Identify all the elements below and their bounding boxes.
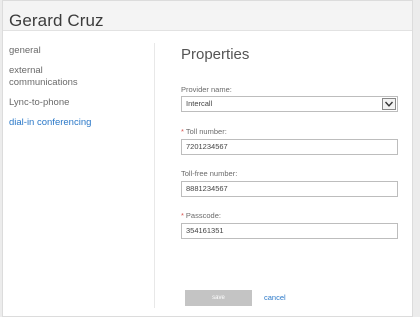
nav-item-lync-to-phone[interactable]: Lync-to-phone (9, 97, 139, 109)
toll-free-number-input[interactable]: 8881234567 (181, 181, 398, 197)
save-button[interactable]: save (185, 290, 252, 306)
cancel-link[interactable]: cancel (264, 293, 286, 302)
nav-item-external-communications[interactable]: external communications (9, 65, 89, 89)
provider-name-value: Intercall (186, 99, 213, 108)
passcode-input[interactable]: 354161351 (181, 223, 398, 239)
sidebar-nav: general external communications Lync-to-… (9, 45, 139, 137)
dialog-header: Gerard Cruz (3, 1, 412, 31)
toll-number-input[interactable]: 7201234567 (181, 139, 398, 155)
provider-name-select[interactable]: Intercall (181, 96, 398, 112)
passcode-label: * Passcode: (181, 211, 221, 220)
toll-number-label-text: Toll number: (185, 127, 227, 136)
required-marker: * (181, 211, 184, 220)
vertical-divider (154, 43, 155, 308)
passcode-label-text: Passcode: (185, 211, 221, 220)
toll-number-label: * Toll number: (181, 127, 227, 136)
dialog: Gerard Cruz general external communicati… (2, 0, 413, 317)
section-title: Properties (181, 46, 250, 63)
required-marker: * (181, 127, 184, 136)
nav-item-dial-in-conferencing[interactable]: dial-in conferencing (9, 117, 139, 129)
toll-free-number-label: Toll-free number: (181, 169, 238, 178)
chevron-down-icon[interactable] (382, 98, 396, 110)
dialog-title: Gerard Cruz (9, 11, 104, 30)
provider-name-label: Provider name: (181, 85, 232, 94)
nav-item-general[interactable]: general (9, 45, 139, 57)
